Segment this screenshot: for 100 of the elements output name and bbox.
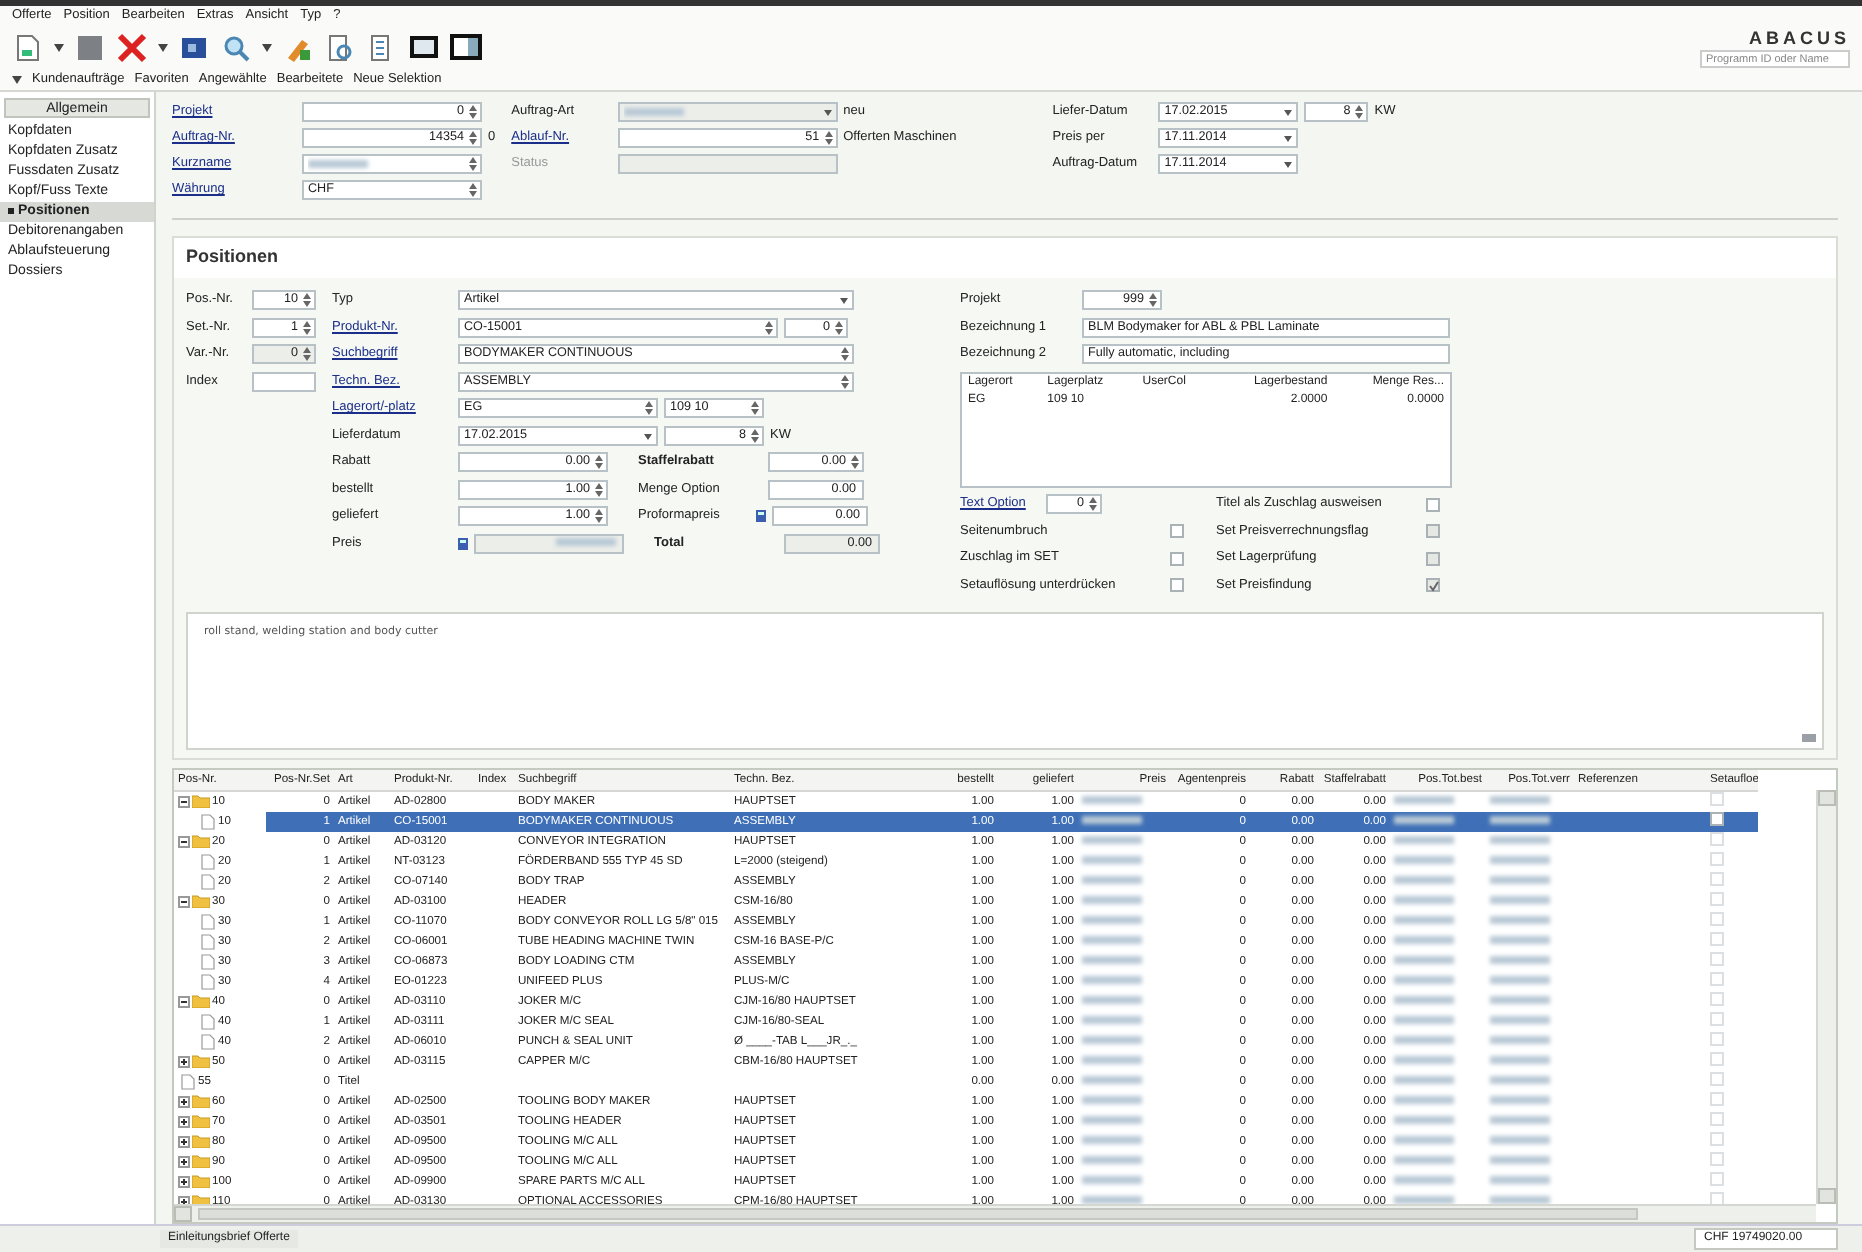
expand-toggle-icon[interactable] [178,895,190,907]
checkbox[interactable] [1170,578,1184,592]
caret-icon [12,75,22,83]
window-icon[interactable] [178,32,210,64]
blurred-value [1082,1035,1142,1044]
blurred-value [1082,1135,1142,1144]
lookup-field[interactable] [302,154,482,174]
blurred-value [1490,895,1550,904]
folder-icon [192,994,210,1008]
blurred-value [1394,1175,1454,1184]
blurred-value [1082,915,1142,924]
search-icon[interactable] [220,32,252,64]
document-icon [198,813,216,829]
spinner-icon[interactable] [1148,292,1158,308]
blurred-value [1394,955,1454,964]
blurred-value [1490,1095,1550,1104]
checkbox[interactable] [1710,811,1724,825]
spinner-icon[interactable] [302,319,312,335]
expand-toggle-icon[interactable] [178,1175,190,1187]
spinner-icon[interactable] [750,427,760,443]
dropdown-arrow-icon[interactable] [838,292,850,308]
blurred-value [1394,1155,1454,1164]
checkbox[interactable] [1170,524,1184,538]
blurred-value [1394,1035,1454,1044]
folder-icon [192,794,210,808]
blurred-value [1394,1055,1454,1064]
blurred-value [1490,1175,1550,1184]
text-field[interactable] [252,371,316,391]
horizontal-scrollbar[interactable] [174,1204,1816,1222]
blurred-value [1394,895,1454,904]
blurred-value [1394,1115,1454,1124]
resize-grip-icon[interactable] [1802,734,1816,742]
blurred-value [1490,975,1550,984]
spinner-icon[interactable] [468,104,478,120]
blurred-value [1082,855,1142,864]
blurred-value [1490,915,1550,924]
spinner-icon[interactable] [850,454,860,470]
blurred-value [1082,955,1142,964]
spinner-icon[interactable] [594,508,604,524]
blurred-value [1082,935,1142,944]
section-title: Positionen [174,238,1836,278]
blurred-value [1082,1075,1142,1084]
spinner-icon[interactable] [302,292,312,308]
blurred-value [1490,1075,1550,1084]
blurred-value [1394,1135,1454,1144]
logo-text: ABACUS [1748,28,1850,50]
window-layout-icon[interactable] [450,32,482,64]
checkbox[interactable] [1426,497,1440,511]
spinner-icon[interactable] [468,182,478,198]
scroll-thumb[interactable] [198,1208,1638,1220]
spinner-icon[interactable] [750,400,760,416]
spinner-icon[interactable] [468,156,478,172]
blurred-value [1394,935,1454,944]
delete-icon[interactable] [116,32,148,64]
checkbox[interactable] [1170,551,1184,565]
folder-icon [192,1054,210,1068]
document-search-icon[interactable] [324,32,356,64]
expand-toggle-icon[interactable] [178,1135,190,1147]
blurred-value [1490,1035,1550,1044]
spinner-icon[interactable] [644,400,654,416]
blurred-value [1082,1155,1142,1164]
blurred-value [1082,1015,1142,1024]
blurred-value [1082,995,1142,1004]
spinner-icon[interactable] [1088,496,1098,512]
expand-toggle-icon[interactable] [178,1155,190,1167]
blurred-value [1490,935,1550,944]
new-document-icon[interactable] [12,32,44,64]
expand-toggle-icon[interactable] [178,1115,190,1127]
spinner-icon[interactable] [594,454,604,470]
spinner-icon[interactable] [823,130,834,146]
blurred-value [1082,975,1142,984]
spinner-icon[interactable] [594,481,604,497]
blurred-value [1394,1095,1454,1104]
spinner-icon[interactable] [1354,104,1365,120]
blurred-value [1490,875,1550,884]
blurred-value [1490,815,1550,824]
check-icon [1427,579,1439,591]
spinner-icon[interactable] [840,373,850,389]
blurred-value [1394,835,1454,844]
expand-toggle-icon[interactable] [178,1055,190,1067]
monitor-icon[interactable] [408,32,440,64]
blurred-value [1490,1135,1550,1144]
blurred-value [1490,995,1550,1004]
spinner-icon[interactable] [840,346,850,362]
expand-toggle-icon[interactable] [178,995,190,1007]
expand-toggle-icon[interactable] [178,795,190,807]
caret-icon [54,44,64,52]
blurred-value [1082,875,1142,884]
blurred-value [1082,1175,1142,1184]
blurred-value [1394,795,1454,804]
spinner-icon[interactable] [834,319,844,335]
expand-toggle-icon[interactable] [178,1095,190,1107]
blurred-value [1394,1075,1454,1084]
spinner-icon[interactable] [764,319,774,335]
save-icon[interactable] [74,32,106,64]
expand-toggle-icon[interactable] [178,835,190,847]
blurred-value [1490,795,1550,804]
caret-icon [158,44,168,52]
blurred-value [1394,995,1454,1004]
spinner-icon[interactable] [468,130,478,146]
